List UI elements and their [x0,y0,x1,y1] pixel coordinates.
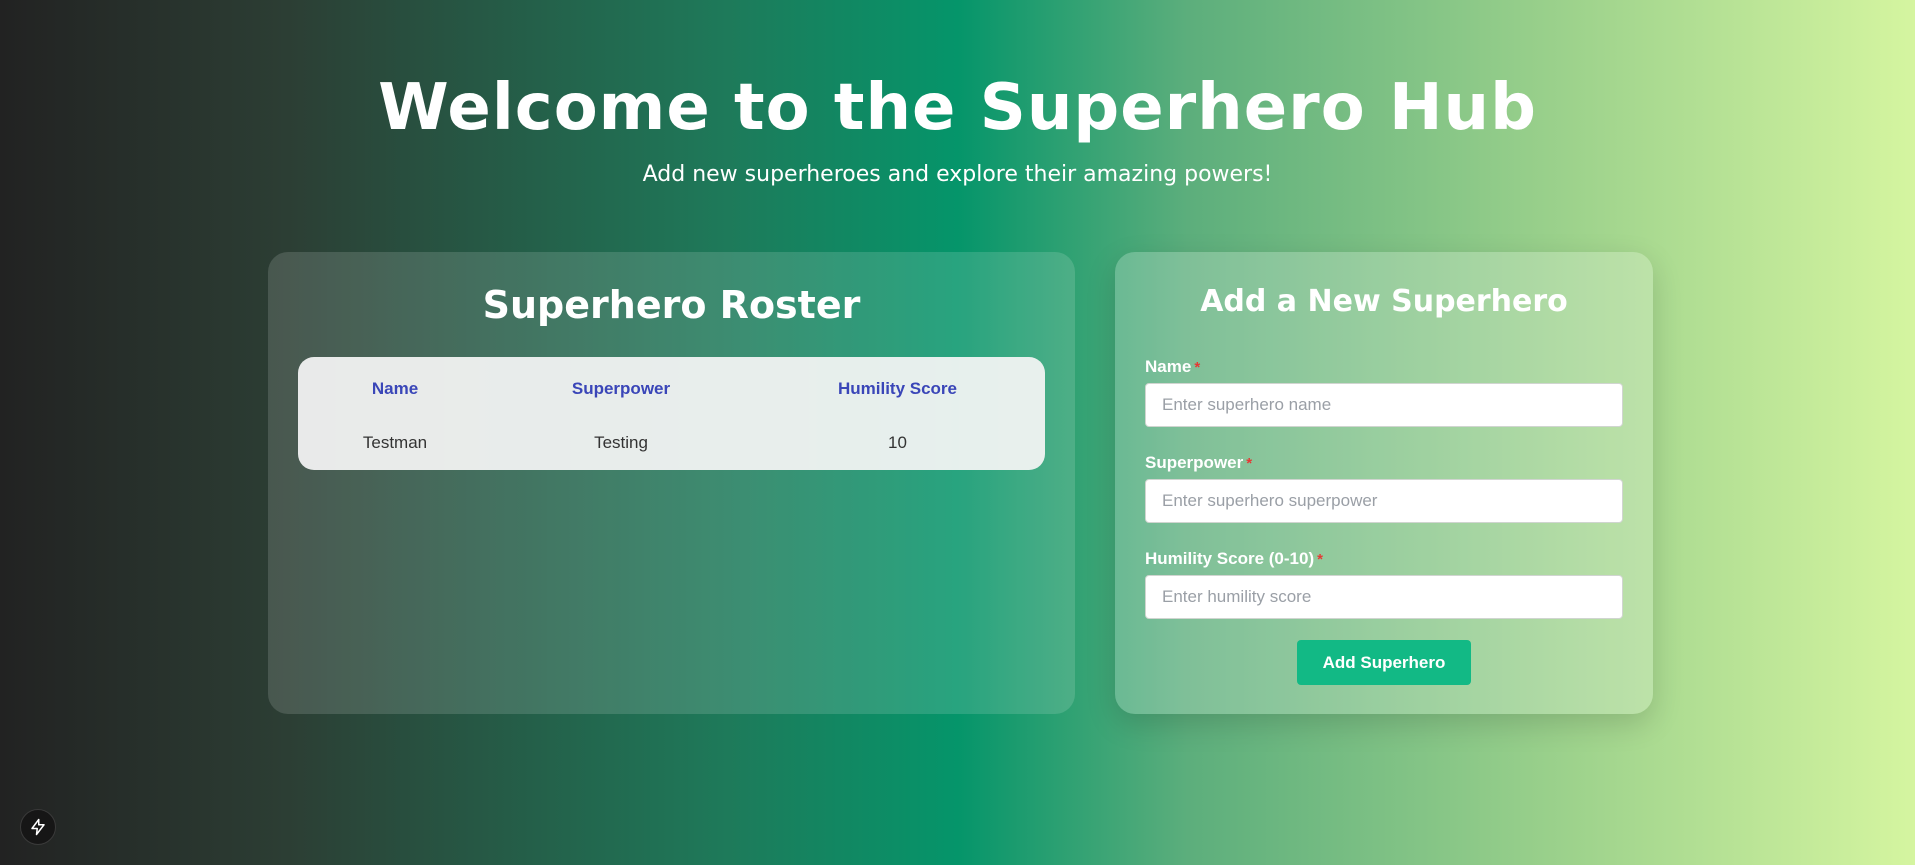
column-header-superpower: Superpower [571,379,671,398]
add-superhero-form: Add a New Superhero Name* Superpower* Hu… [1115,252,1653,714]
lightning-bolt-icon [31,818,45,836]
add-superhero-button[interactable]: Add Superhero [1297,640,1471,685]
required-marker: * [1246,455,1253,472]
column-header-humility-score: Humility Score [837,379,958,398]
required-marker: * [1194,359,1201,376]
superpower-label-text: Superpower [1145,453,1244,472]
dev-tools-badge[interactable] [20,809,56,845]
cell-name: Testman [362,433,428,452]
superpower-label: Superpower * [1145,451,1252,476]
roster-title: Superhero Roster [482,283,861,327]
table-header-row: Name Superpower Humility Score [298,357,1045,421]
humility-score-label: Humility Score (0-10) * [1145,547,1323,572]
humility-score-input[interactable] [1145,575,1623,619]
cell-superpower: Testing [594,433,648,452]
required-marker: * [1317,551,1323,568]
column-header-name: Name [371,379,419,398]
cell-humility-score: 10 [888,433,907,452]
name-input[interactable] [1145,383,1623,427]
form-title: Add a New Superhero [1200,284,1568,319]
name-label-text: Name [1145,357,1192,376]
page-title: Welcome to the Superhero Hub [378,71,1537,145]
name-label: Name * [1145,355,1200,380]
page-subtitle: Add new superheroes and explore their am… [642,162,1273,187]
roster-panel: Superhero Roster Name Superpower Humilit… [268,252,1075,714]
table-row: Testman Testing 10 [298,421,1045,473]
humility-score-label-text: Humility Score (0-10) [1145,549,1315,568]
roster-table: Name Superpower Humility Score Testman T… [298,357,1045,473]
superpower-input[interactable] [1145,479,1623,523]
roster-table-container: Name Superpower Humility Score Testman T… [298,357,1045,470]
